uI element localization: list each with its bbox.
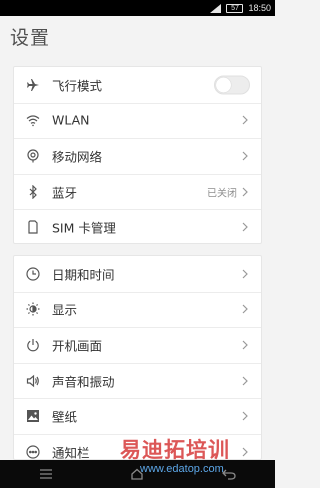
notification-icon: [26, 445, 40, 459]
status-time: 18:50: [248, 3, 271, 13]
toggle-knob: [216, 77, 231, 93]
airplane-mode-toggle[interactable]: [214, 75, 250, 95]
status-bar: 57 18:50: [0, 0, 275, 16]
sim-card-icon: [26, 220, 40, 234]
navigation-bar: [0, 460, 275, 488]
settings-item-label: 显示: [52, 302, 78, 318]
settings-item-label: 飞行模式: [52, 78, 103, 94]
chevron-right-icon: [242, 376, 248, 386]
settings-item-date-time[interactable]: 日期和时间: [14, 256, 261, 292]
bluetooth-icon: [26, 184, 40, 199]
chevron-right-icon: [242, 304, 248, 314]
brightness-icon: [26, 302, 40, 316]
bluetooth-status: 已关闭: [207, 188, 237, 200]
mobile-network-icon: [26, 149, 40, 163]
chevron-right-icon: [242, 115, 248, 125]
back-icon[interactable]: [222, 468, 236, 480]
network-settings-group: 飞行模式 WLAN 移动网络 蓝牙 已关闭 SIM 卡管理: [13, 66, 262, 244]
settings-item-label: 壁纸: [52, 409, 78, 425]
status-icons: 57 18:50: [210, 2, 271, 14]
signal-icon: [210, 3, 222, 13]
chevron-right-icon: [242, 411, 248, 421]
settings-item-display[interactable]: 显示: [14, 291, 261, 328]
settings-item-label: 移动网络: [52, 149, 103, 165]
speaker-icon: [26, 374, 40, 388]
watermark-text: 易迪拓培训: [120, 438, 230, 462]
settings-item-bluetooth[interactable]: 蓝牙 已关闭: [14, 173, 261, 210]
airplane-icon: [26, 78, 40, 92]
chevron-right-icon: [242, 340, 248, 350]
settings-item-label: 声音和振动: [52, 374, 115, 390]
settings-item-mobile-network[interactable]: 移动网络: [14, 138, 261, 174]
settings-item-boot-screen[interactable]: 开机画面: [14, 327, 261, 363]
settings-item-sound-vibration[interactable]: 声音和振动: [14, 362, 261, 399]
settings-item-label: 蓝牙: [52, 185, 78, 201]
settings-item-wlan[interactable]: WLAN: [14, 102, 261, 139]
settings-item-label: 日期和时间: [52, 267, 115, 283]
power-icon: [26, 338, 40, 352]
settings-item-sim-card[interactable]: SIM 卡管理: [14, 209, 261, 245]
settings-item-label: 开机画面: [52, 338, 103, 354]
menu-icon[interactable]: [39, 468, 53, 480]
watermark-url: www.edatop.com: [140, 463, 224, 475]
settings-item-label: SIM 卡管理: [52, 220, 116, 236]
clock-icon: [26, 267, 40, 281]
device-settings-group: 日期和时间 显示 开机画面 声音和振动 壁纸 通知栏: [13, 255, 262, 460]
chevron-right-icon: [242, 187, 248, 197]
settings-item-label: 通知栏: [52, 445, 90, 460]
wifi-icon: [26, 113, 40, 127]
battery-level: 57: [231, 4, 239, 12]
settings-item-label: WLAN: [52, 112, 90, 128]
page-title: 设置: [10, 27, 51, 49]
chevron-right-icon: [242, 151, 248, 161]
settings-item-wallpaper[interactable]: 壁纸: [14, 398, 261, 434]
chevron-right-icon: [242, 222, 248, 232]
chevron-right-icon: [242, 269, 248, 279]
image-icon: [26, 409, 40, 423]
battery-icon: 57: [226, 3, 244, 13]
settings-item-airplane-mode[interactable]: 飞行模式: [14, 67, 261, 103]
chevron-right-icon: [242, 447, 248, 457]
